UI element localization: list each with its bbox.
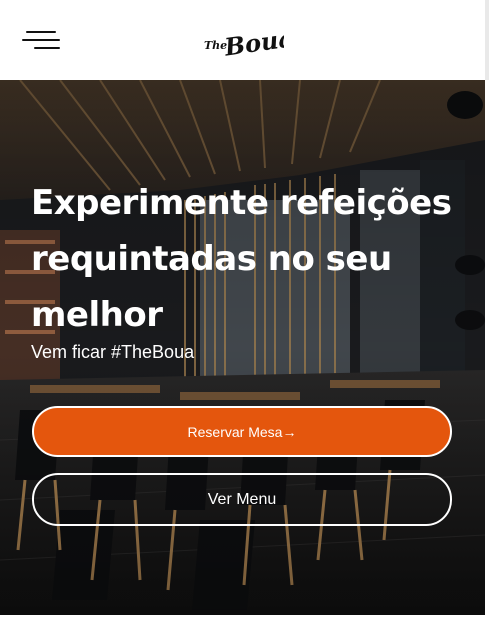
brand-logo-mark: The Boua — [204, 23, 295, 62]
hero-title-line: Experimente refeições — [31, 183, 452, 223]
view-menu-button[interactable]: Ver Menu — [32, 473, 452, 526]
view-menu-label: Ver Menu — [207, 490, 277, 508]
reserve-table-button[interactable]: Reservar Mesa→ — [32, 406, 452, 457]
hero-title: Experimente refeições requintadas no seu… — [31, 175, 461, 343]
reserve-table-label: Reservar Mesa→ — [187, 423, 297, 440]
brand-logo[interactable]: The Boua — [204, 22, 295, 62]
hero-title-line: melhor — [31, 295, 163, 335]
site-header: The Boua — [0, 0, 489, 80]
hero-title-line: requintadas no seu — [31, 239, 392, 279]
svg-text:Boua: Boua — [222, 23, 284, 62]
hero-section: Experimente refeições requintadas no seu… — [0, 80, 485, 615]
hamburger-menu-icon[interactable] — [22, 28, 60, 52]
hero-subtitle: Vem ficar #TheBoua — [31, 342, 195, 362]
